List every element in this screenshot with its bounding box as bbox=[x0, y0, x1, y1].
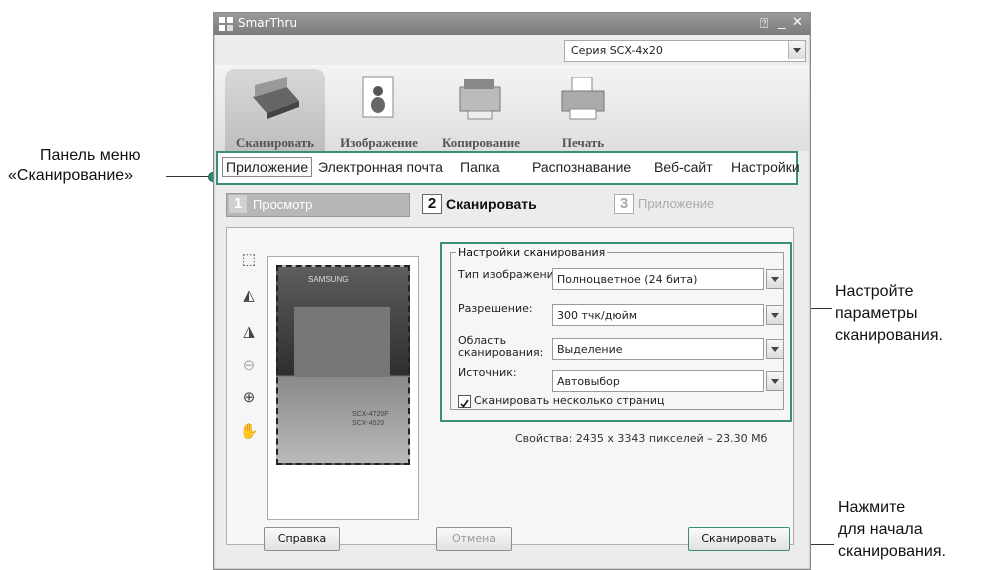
image-type-label: Тип изображения: bbox=[458, 268, 565, 281]
step-scan-label: Сканировать bbox=[446, 196, 537, 212]
chevron-down-icon[interactable] bbox=[788, 41, 805, 59]
chevron-down-icon[interactable] bbox=[766, 305, 784, 325]
device-series-value: Серия SCX-4x20 bbox=[571, 44, 663, 57]
preview-area[interactable]: SAMSUNG SCX-4720F SCX-4520 bbox=[267, 256, 419, 520]
step-application-number: 3 bbox=[614, 194, 634, 214]
properties-text: Свойства: 2435 x 3343 пикселей – 23.30 М… bbox=[515, 432, 768, 445]
tool-print[interactable]: Печать bbox=[533, 69, 633, 153]
preview-brand: SAMSUNG bbox=[308, 275, 349, 284]
preview-device bbox=[294, 307, 390, 377]
callout-settings-line3: сканирования. bbox=[835, 327, 943, 344]
step-application-label: Приложение bbox=[638, 196, 715, 211]
tool-copy-label: Копирование bbox=[442, 135, 520, 150]
app-icon bbox=[219, 17, 233, 31]
multi-pages-checkbox[interactable] bbox=[458, 395, 471, 408]
tool-copy[interactable]: Копирование bbox=[431, 69, 531, 153]
resolution-select[interactable]: 300 тчк/дюйм bbox=[552, 304, 764, 326]
callout-settings-line1: Настройте bbox=[835, 283, 914, 300]
menu-item-website[interactable]: Веб-сайт bbox=[654, 159, 713, 175]
tool-print-label: Печать bbox=[561, 135, 605, 150]
multi-pages-label: Сканировать несколько страниц bbox=[474, 394, 665, 407]
scanner-icon bbox=[253, 77, 299, 119]
preview-model2: SCX-4520 bbox=[352, 420, 385, 427]
scan-button[interactable]: Сканировать bbox=[688, 527, 790, 551]
source-label: Источник: bbox=[458, 366, 517, 379]
cancel-button[interactable]: Отмена bbox=[436, 527, 512, 551]
main-toolbar: Сканировать Изображение Копирование Печа… bbox=[215, 65, 809, 153]
tool-image[interactable]: Изображение bbox=[329, 69, 429, 153]
preview-model1: SCX-4720F bbox=[352, 411, 389, 418]
minimize-icon[interactable]: _ bbox=[778, 13, 786, 29]
chevron-down-icon[interactable] bbox=[766, 339, 784, 359]
callout-menu-panel-line2: «Сканирование» bbox=[8, 167, 134, 184]
menu-item-ocr[interactable]: Распознавание bbox=[532, 159, 631, 175]
zoom-out-icon[interactable]: ⊖ bbox=[239, 356, 259, 374]
image-icon bbox=[362, 76, 394, 118]
resolution-value: 300 тчк/дюйм bbox=[557, 309, 638, 322]
menu-item-folder[interactable]: Папка bbox=[460, 159, 500, 175]
menu-item-email[interactable]: Электронная почта bbox=[318, 159, 443, 175]
image-type-value: Полноцветное (24 бита) bbox=[557, 273, 698, 286]
callout-scan-line2: для начала bbox=[838, 521, 923, 538]
step-application[interactable]: 3 Приложение bbox=[612, 193, 792, 215]
area-label-line2: сканирования: bbox=[458, 346, 544, 359]
title-bar: SmarThru ⍰ _ ✕ bbox=[214, 13, 810, 35]
menu-item-application[interactable]: Приложение bbox=[222, 157, 313, 177]
device-series-select[interactable]: Серия SCX-4x20 bbox=[564, 40, 806, 62]
copier-icon bbox=[459, 79, 501, 120]
chevron-down-icon[interactable] bbox=[766, 269, 784, 289]
scan-panel: ⬚ ◭ ◮ ⊖ ⊕ ✋ SAMSUNG SCX-4720F SCX-4520 Н… bbox=[226, 227, 794, 545]
tool-scan-label: Сканировать bbox=[235, 135, 314, 150]
area-value: Выделение bbox=[557, 343, 623, 356]
tool-image-label: Изображение bbox=[340, 135, 418, 150]
step-scan[interactable]: 2 Сканировать bbox=[420, 193, 600, 215]
checkmark-icon bbox=[460, 399, 469, 408]
app-window: SmarThru ⍰ _ ✕ Серия SCX-4x20 Сканироват… bbox=[213, 12, 811, 570]
callout-settings-line2: параметры bbox=[835, 305, 918, 322]
tool-scan[interactable]: Сканировать bbox=[225, 69, 325, 153]
step-scan-number: 2 bbox=[422, 194, 442, 214]
step-preview-label: Просмотр bbox=[253, 197, 313, 212]
select-area-icon[interactable]: ⬚ bbox=[239, 250, 259, 268]
help-icon[interactable]: ⍰ bbox=[760, 15, 768, 32]
zoom-in-icon[interactable]: ⊕ bbox=[239, 388, 259, 406]
image-type-select[interactable]: Полноцветное (24 бита) bbox=[552, 268, 764, 290]
step-preview[interactable]: 1 Просмотр bbox=[226, 193, 410, 217]
scan-settings-panel: Настройки сканирования Тип изображения: … bbox=[440, 242, 792, 422]
preview-image: SAMSUNG SCX-4720F SCX-4520 bbox=[276, 265, 410, 465]
callout-menu-line bbox=[166, 176, 212, 177]
callout-scan-line3: сканирования. bbox=[838, 543, 946, 560]
window-title: SmarThru bbox=[238, 16, 298, 30]
flip-vertical-icon[interactable]: ◮ bbox=[239, 322, 259, 340]
help-button[interactable]: Справка bbox=[264, 527, 340, 551]
area-select[interactable]: Выделение bbox=[552, 338, 764, 360]
printer-icon bbox=[561, 76, 605, 120]
resolution-label: Разрешение: bbox=[458, 302, 533, 315]
flip-horizontal-icon[interactable]: ◭ bbox=[239, 286, 259, 304]
callout-menu-panel-line1: Панель меню bbox=[40, 147, 141, 164]
menu-item-settings[interactable]: Настройки bbox=[731, 159, 800, 175]
chevron-down-icon[interactable] bbox=[766, 371, 784, 391]
scan-menu-bar: Приложение Электронная почта Папка Распо… bbox=[216, 151, 800, 185]
step-preview-number: 1 bbox=[229, 195, 247, 213]
source-select[interactable]: Автовыбор bbox=[552, 370, 764, 392]
scan-settings-title: Настройки сканирования bbox=[456, 246, 608, 259]
source-value: Автовыбор bbox=[557, 375, 620, 388]
close-icon[interactable]: ✕ bbox=[792, 15, 803, 30]
hand-pan-icon[interactable]: ✋ bbox=[239, 422, 259, 440]
callout-scan-line1: Нажмите bbox=[838, 499, 906, 516]
